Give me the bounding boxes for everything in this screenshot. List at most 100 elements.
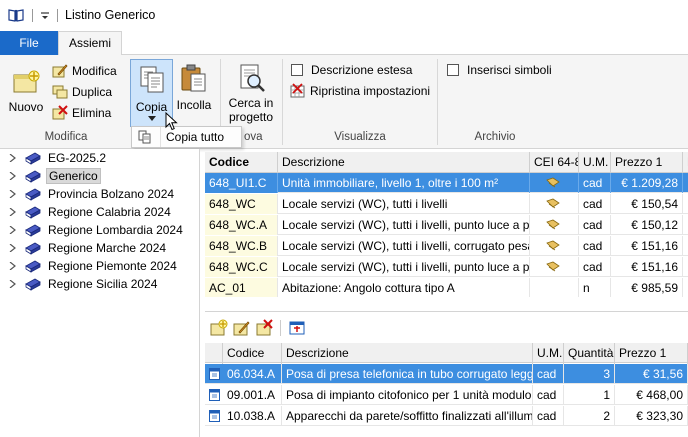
electrical-symbol-icon bbox=[546, 261, 560, 272]
table-row[interactable]: 648_WC.B Locale servizi (WC), tutti i liv… bbox=[205, 236, 688, 256]
expand-arrow-icon[interactable] bbox=[9, 190, 16, 198]
cell-um: cad bbox=[579, 173, 611, 193]
app-book-icon[interactable] bbox=[8, 8, 24, 22]
checkbox-box[interactable] bbox=[447, 64, 459, 76]
col-header-um[interactable]: U.M. bbox=[579, 152, 611, 173]
tree-item-label: Regione Lombardia 2024 bbox=[48, 223, 183, 237]
tree-item[interactable]: Regione Lombardia 2024 bbox=[3, 221, 193, 239]
descrizione-estesa-label: Descrizione estesa bbox=[311, 63, 413, 77]
col-header-descrizione[interactable]: Descrizione bbox=[278, 152, 530, 173]
col-header-prezzo[interactable]: Prezzo 1 bbox=[615, 343, 688, 364]
edit-component-icon[interactable] bbox=[231, 318, 251, 338]
col-header-cei[interactable]: CEI 64-8 bbox=[530, 152, 579, 173]
delete-component-icon[interactable] bbox=[254, 318, 274, 338]
title-bar: Listino Generico bbox=[0, 0, 688, 31]
group-label-trova: ova bbox=[244, 131, 263, 143]
cell-descrizione: Posa di impianto citofonico per 1 unità … bbox=[282, 385, 533, 405]
edit-icon bbox=[52, 64, 68, 78]
grid-splitter[interactable] bbox=[205, 311, 688, 312]
cell-prezzo: € 1.209,28 bbox=[611, 173, 683, 193]
tree-item[interactable]: Regione Piemonte 2024 bbox=[3, 257, 193, 275]
copia-dropdown-menu: Copia tutto bbox=[131, 126, 242, 148]
tree-item-label: Regione Calabria 2024 bbox=[48, 205, 171, 219]
expand-arrow-icon[interactable] bbox=[9, 226, 16, 234]
col-header-extra[interactable]: P bbox=[683, 152, 688, 173]
cell-descrizione: Unità immobiliare, livello 1, oltre i 10… bbox=[278, 173, 530, 193]
tree-item[interactable]: Regione Marche 2024 bbox=[3, 239, 193, 257]
cell-quantita: 1 bbox=[564, 385, 615, 405]
copia-dropdown-arrow-icon[interactable] bbox=[148, 116, 156, 122]
table-row[interactable]: 06.034.A Posa di presa telefonica in tubo… bbox=[205, 364, 688, 384]
nuovo-button[interactable]: Nuovo bbox=[6, 63, 46, 127]
grid-header: Codice Descrizione CEI 64-8 U.M. Prezzo … bbox=[205, 152, 688, 173]
tree-item[interactable]: Regione Sicilia 2024 bbox=[3, 275, 193, 293]
inserisci-simboli-label: Inserisci simboli bbox=[467, 63, 552, 77]
paste-icon bbox=[181, 64, 206, 92]
quick-access-dropdown-icon[interactable] bbox=[39, 9, 51, 22]
menu-item-copia-tutto[interactable]: Copia tutto bbox=[132, 127, 241, 147]
col-header-codice[interactable]: Codice bbox=[205, 152, 278, 173]
tree-item-label: Regione Marche 2024 bbox=[48, 241, 167, 255]
tree-item-label: Provincia Bolzano 2024 bbox=[48, 187, 175, 201]
expand-arrow-icon[interactable] bbox=[9, 244, 16, 252]
incolla-button[interactable]: Incolla bbox=[174, 63, 214, 127]
components-toolbar bbox=[205, 318, 325, 340]
expand-arrow-icon[interactable] bbox=[9, 208, 16, 216]
insert-window-icon[interactable] bbox=[287, 318, 307, 338]
table-row[interactable]: 10.038.A Apparecchi da parete/soffitto fi… bbox=[205, 406, 688, 426]
tree-item[interactable]: Regione Calabria 2024 bbox=[3, 203, 193, 221]
expand-arrow-icon[interactable] bbox=[9, 154, 16, 162]
electrical-symbol-icon bbox=[546, 240, 560, 251]
tree-item[interactable]: Generico bbox=[3, 167, 193, 185]
cell-quantita: 3 bbox=[564, 364, 615, 384]
component-item-icon bbox=[209, 410, 220, 422]
nuovo-label: Nuovo bbox=[8, 100, 44, 114]
tree-item-label: Regione Sicilia 2024 bbox=[48, 277, 158, 291]
cell-um: cad bbox=[533, 385, 564, 405]
checkbox-box[interactable] bbox=[291, 64, 303, 76]
group-label-modifica: Modifica bbox=[44, 131, 88, 143]
add-component-icon[interactable] bbox=[208, 318, 228, 338]
table-row[interactable]: 648_WC Locale servizi (WC), tutti i livel… bbox=[205, 194, 688, 214]
col-header-quantita[interactable]: Quantità bbox=[564, 343, 615, 364]
inserisci-simboli-checkbox[interactable]: Inserisci simboli bbox=[447, 60, 552, 80]
descrizione-estesa-checkbox[interactable]: Descrizione estesa bbox=[291, 60, 412, 80]
table-row[interactable]: AC_01 Abitazione: Angolo cottura tipo A n €… bbox=[205, 278, 688, 297]
col-header-codice[interactable]: Codice bbox=[223, 343, 282, 364]
table-row[interactable]: 648_UI1.C Unità immobiliare, livello 1, o… bbox=[205, 173, 688, 193]
cell-um: cad bbox=[579, 194, 611, 214]
expand-arrow-icon[interactable] bbox=[9, 172, 16, 180]
tree-item[interactable]: EG-2025.2 bbox=[3, 149, 193, 167]
tab-file[interactable]: File bbox=[0, 31, 58, 55]
expand-arrow-icon[interactable] bbox=[9, 262, 16, 270]
table-row[interactable]: 09.001.A Posa di impianto citofonico per … bbox=[205, 385, 688, 405]
cell-um: n bbox=[579, 278, 611, 297]
cell-codice: 09.001.A bbox=[223, 385, 282, 405]
col-header-prezzo[interactable]: Prezzo 1 bbox=[611, 152, 683, 173]
table-row[interactable]: 648_WC.C Locale servizi (WC), tutti i liv… bbox=[205, 257, 688, 277]
cell-prezzo: € 31,56 bbox=[615, 364, 688, 384]
mouse-cursor-icon bbox=[165, 112, 178, 131]
ripristina-impostazioni-button[interactable]: Ripristina impostazioni bbox=[290, 81, 430, 101]
cell-cei bbox=[530, 278, 579, 297]
pricelist-book-icon bbox=[25, 152, 41, 165]
duplica-button[interactable]: Duplica bbox=[52, 82, 112, 102]
ribbon-tab-row: File Assiemi bbox=[0, 31, 688, 56]
cell-descrizione: Posa di presa telefonica in tubo corruga… bbox=[282, 364, 533, 384]
tree-item[interactable]: Provincia Bolzano 2024 bbox=[3, 185, 193, 203]
tab-assiemi[interactable]: Assiemi bbox=[58, 31, 122, 56]
table-row[interactable]: 648_WC.A Locale servizi (WC), tutti i liv… bbox=[205, 215, 688, 235]
cell-cei bbox=[530, 257, 579, 277]
modifica-button[interactable]: Modifica bbox=[52, 61, 117, 81]
cell-codice: 06.034.A bbox=[223, 364, 282, 384]
elimina-button[interactable]: Elimina bbox=[52, 103, 111, 123]
cell-descrizione: Abitazione: Angolo cottura tipo A bbox=[278, 278, 530, 297]
expand-arrow-icon[interactable] bbox=[9, 280, 16, 288]
col-header-um[interactable]: U.M. bbox=[533, 343, 564, 364]
tree-item-label: Regione Piemonte 2024 bbox=[48, 259, 177, 273]
col-header-icon bbox=[205, 343, 223, 364]
cerca-in-progetto-button[interactable]: Cerca in progetto bbox=[226, 63, 276, 131]
pricelist-book-icon bbox=[25, 278, 41, 291]
col-header-descrizione[interactable]: Descrizione bbox=[282, 343, 533, 364]
cell-um: cad bbox=[533, 364, 564, 384]
